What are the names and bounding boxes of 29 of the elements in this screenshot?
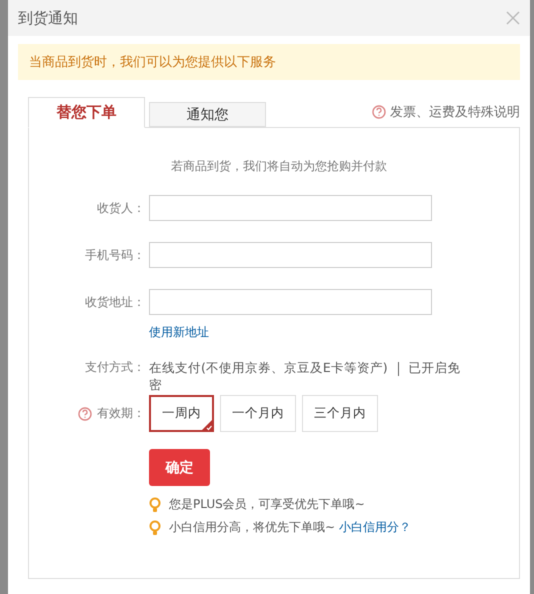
confirm-button[interactable]: 确定 (149, 449, 210, 486)
help-link[interactable]: 发票、运费及特殊说明 (372, 103, 520, 127)
help-icon (372, 105, 386, 119)
new-address-link[interactable]: 使用新地址 (149, 325, 209, 339)
option-button[interactable]: 三个月内 (302, 395, 378, 432)
input-field[interactable] (149, 289, 432, 315)
field-label: 收货人： (97, 200, 146, 216)
input-field[interactable] (149, 195, 432, 221)
window-title: 到货通知 (18, 8, 78, 28)
check-corner-icon (201, 419, 213, 431)
option-button[interactable]: 一周内 (149, 395, 214, 432)
notice-banner: 当商品到货时，我们可以为您提供以下服务 (18, 44, 520, 80)
tip-text: 小白信用分高，将优先下单哦~ (169, 519, 336, 536)
field-label: 有效期： (97, 405, 145, 422)
close-icon[interactable] (506, 11, 520, 25)
intro-text: 若商品到货，我们将自动为您抢购并付款 (171, 158, 387, 175)
field-label: 收货地址： (85, 294, 146, 310)
help-icon (78, 406, 92, 420)
field-label: 手机号码： (85, 246, 146, 264)
lightbulb-icon (149, 520, 161, 536)
lightbulb-icon (149, 496, 161, 512)
payment-method: 在线支付(不使用京券、京豆及E卡等资产) 已开启免密 (149, 359, 462, 393)
option-button[interactable]: 一个月内 (220, 395, 296, 432)
field-label: 支付方式： (85, 359, 146, 376)
tip-text: 您是PLUS会员，可享受优先下单哦~ (169, 496, 365, 513)
input-field[interactable] (149, 242, 432, 268)
credit-score-link[interactable]: 小白信用分？ (339, 519, 412, 536)
tab[interactable]: 通知您 (149, 102, 266, 127)
tab[interactable]: 替您下单 (28, 97, 145, 128)
